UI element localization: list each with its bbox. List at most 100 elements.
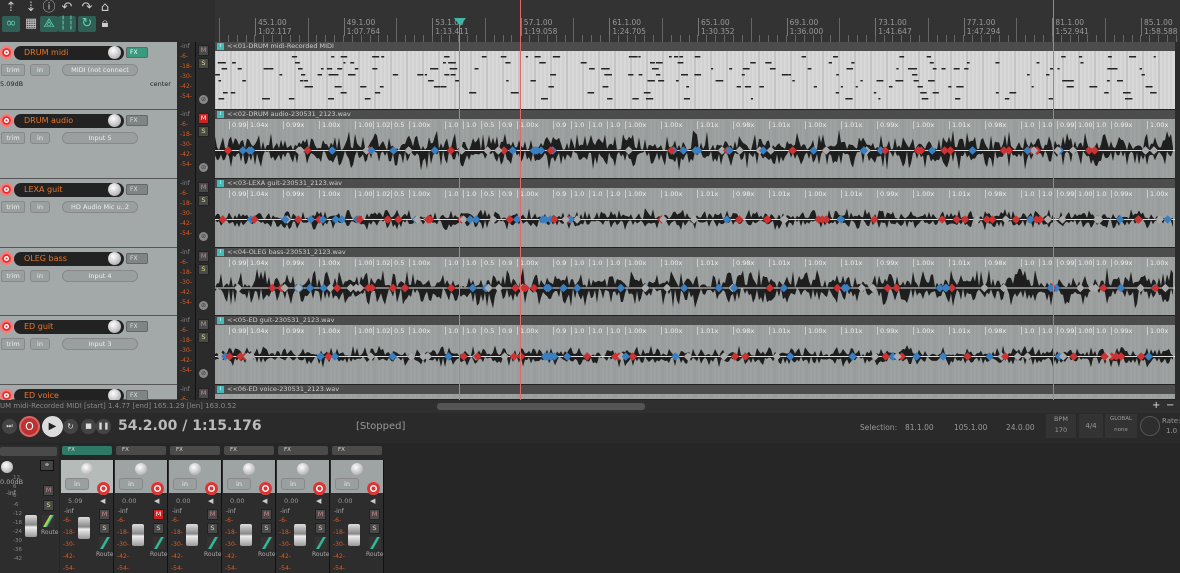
record-arm-button[interactable]	[0, 320, 13, 333]
stretch-marker-label[interactable]: 1.00	[355, 259, 372, 267]
stretch-marker-label[interactable]: 1.00	[355, 327, 372, 335]
pan-knob[interactable]	[243, 463, 255, 475]
stretch-marker-label[interactable]: 1.04x	[247, 121, 268, 129]
stretch-marker-label[interactable]: 1.04x	[247, 259, 268, 267]
stretch-marker-label[interactable]: 1.00x	[409, 327, 430, 335]
stretch-marker-label[interactable]: 1.0	[1093, 327, 1106, 335]
bpm-box[interactable]: BPM 170	[1046, 414, 1076, 438]
stretch-marker-label[interactable]: 0.9	[553, 121, 566, 129]
rate-knob[interactable]	[1140, 416, 1160, 436]
time-selection-start[interactable]	[520, 0, 521, 400]
input-select[interactable]: Input 5	[62, 132, 138, 144]
stretch-marker-label[interactable]: 1.00x	[409, 121, 430, 129]
stretch-marker-label[interactable]: 1.0	[445, 190, 458, 198]
zoom-in-icon[interactable]: +	[1152, 400, 1160, 411]
stretch-marker-label[interactable]: 1.00x	[661, 121, 682, 129]
stretch-marker-label[interactable]: 1.01x	[841, 327, 862, 335]
stretch-marker-label[interactable]: 1.0	[571, 259, 584, 267]
record-arm-button[interactable]	[0, 46, 13, 59]
solo-button[interactable]: S	[207, 523, 218, 534]
pan-knob[interactable]	[135, 463, 147, 475]
stretch-marker-label[interactable]: 0.99x	[283, 190, 304, 198]
stretch-marker-label[interactable]: 1.01x	[841, 190, 862, 198]
ruler-marker[interactable]: 49.1.00 1:07.764	[343, 18, 380, 36]
input-monitor-select[interactable]: in	[227, 478, 251, 490]
mute-button[interactable]: M	[99, 509, 110, 520]
stretch-marker-label[interactable]: 1.01x	[697, 190, 718, 198]
input-monitor-select[interactable]: in	[30, 64, 50, 76]
stretch-marker-label[interactable]: 1.01x	[697, 121, 718, 129]
mute-button[interactable]: M	[198, 319, 209, 330]
stretch-marker-label[interactable]: 1.0	[571, 190, 584, 198]
stretch-marker-label[interactable]: 0.5	[391, 121, 404, 129]
stretch-marker-label[interactable]: 1.00	[355, 190, 372, 198]
strip-fx-button[interactable]: FX	[170, 446, 220, 455]
stretch-marker-label[interactable]: 0.99x	[1111, 190, 1132, 198]
stretch-marker-label[interactable]: 1.0	[445, 327, 458, 335]
stretch-marker[interactable]	[671, 352, 680, 361]
record-arm-button[interactable]	[205, 482, 218, 495]
channel-fader[interactable]	[132, 524, 144, 546]
trim-button[interactable]: trim	[1, 270, 25, 282]
playhead[interactable]	[459, 18, 460, 400]
ruler-marker[interactable]: 85.1.00 1:58.588	[1141, 18, 1178, 36]
media-item[interactable]: i <<05-ED guit-230531_2123.wav 0.99 1.04x 0.…	[215, 316, 1175, 384]
playhead-marker-icon[interactable]	[454, 18, 466, 26]
solo-button[interactable]: S	[315, 523, 326, 534]
stretch-marker-label[interactable]: 1.00x	[319, 259, 340, 267]
stretch-marker-label[interactable]: 1.0	[607, 121, 620, 129]
stretch-marker-label[interactable]: 0.99x	[283, 259, 304, 267]
stop-button[interactable]: ■	[81, 419, 96, 434]
route-icon[interactable]	[153, 537, 165, 549]
input-select[interactable]: MIDI (not connect	[62, 64, 138, 76]
stretch-marker-label[interactable]: 0.98x	[985, 327, 1006, 335]
master-fader[interactable]	[25, 515, 37, 537]
stretch-marker-label[interactable]: 1.04x	[247, 327, 268, 335]
input-monitor-select[interactable]: in	[30, 201, 50, 213]
strip-volume[interactable]: 5.09	[68, 497, 82, 505]
stretch-marker-label[interactable]: 1.00x	[1147, 259, 1168, 267]
strip-volume[interactable]: 0.00	[122, 497, 136, 505]
stretch-marker-label[interactable]: 1.0	[445, 259, 458, 267]
stretch-marker-label[interactable]: 1.01x	[769, 327, 790, 335]
stretch-marker-label[interactable]: 1.00x	[913, 259, 934, 267]
stretch-marker-label[interactable]: 0.5	[391, 327, 404, 335]
solo-button[interactable]: S	[198, 58, 209, 69]
input-select[interactable]: Input 4	[62, 270, 138, 282]
stretch-marker-label[interactable]: 0.99x	[1111, 327, 1132, 335]
stretch-marker-label[interactable]: 0.98x	[985, 259, 1006, 267]
speaker-icon[interactable]: ◀	[154, 497, 159, 505]
volume-knob[interactable]	[108, 114, 121, 127]
snap-icon[interactable]: ┆┆	[58, 16, 76, 32]
speaker-icon[interactable]: ◀	[100, 497, 105, 505]
input-monitor-select[interactable]: in	[119, 478, 143, 490]
channel-fader[interactable]	[294, 524, 306, 546]
metronome-icon[interactable]: ⌂	[96, 0, 114, 16]
stretch-marker-label[interactable]: 0.99	[229, 121, 246, 129]
timeline-ruler[interactable]: 45.1.00 1:02.117 49.1.00 1:07.764 53.1.00 1:1…	[215, 0, 1180, 42]
stretch-marker-label[interactable]: 1.0	[1093, 121, 1106, 129]
trim-button[interactable]: trim	[1, 338, 25, 350]
stretch-marker-label[interactable]: 1.0	[1039, 190, 1052, 198]
record-arm-button[interactable]	[0, 183, 13, 196]
stretch-marker-label[interactable]: 1.00x	[1147, 327, 1168, 335]
route-icon[interactable]	[261, 537, 273, 549]
mute-button[interactable]: M	[207, 509, 218, 520]
ruler-marker[interactable]: 77.1.00 1:47.294	[963, 18, 1000, 36]
selection-length[interactable]: 24.0.00	[1006, 423, 1035, 432]
strip-fx-button[interactable]: FX	[278, 446, 328, 455]
stretch-marker-label[interactable]: 1.0	[589, 190, 602, 198]
stretch-marker-label[interactable]: 0.98x	[733, 190, 754, 198]
solo-button[interactable]: S	[198, 126, 209, 137]
stretch-marker-label[interactable]: 0.99x	[1111, 259, 1132, 267]
media-item[interactable]: i <<06-ED voice-230531_2123.wav	[215, 385, 1175, 399]
media-item[interactable]: i <<01-DRUM midi-Recorded MIDI	[215, 42, 1175, 109]
stretch-marker-label[interactable]: 1.00x	[913, 190, 934, 198]
stretch-marker-label[interactable]: 1.01x	[949, 259, 970, 267]
pan-knob[interactable]	[189, 463, 201, 475]
export-icon[interactable]: ⇣	[22, 0, 40, 16]
stretch-marker-label[interactable]: 1.00x	[409, 259, 430, 267]
go-to-end-icon[interactable]: ⏭	[2, 419, 17, 434]
stretch-marker-label[interactable]: 0.99x	[877, 121, 898, 129]
stretch-marker-label[interactable]: 0.98x	[733, 327, 754, 335]
